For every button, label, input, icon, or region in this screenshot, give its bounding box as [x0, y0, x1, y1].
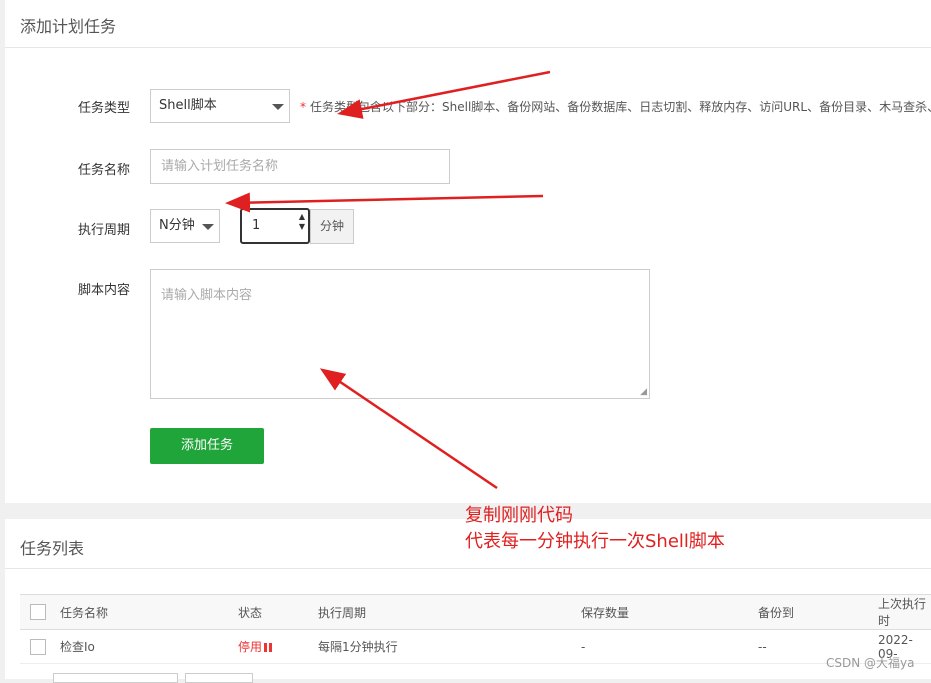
minute-unit: 分钟 — [310, 209, 354, 244]
add-task-panel: 添加计划任务 任务类型 Shell脚本 * 任务类型包含以下部分：Shell脚本、… — [5, 0, 931, 503]
select-all-checkbox[interactable] — [30, 604, 46, 620]
task-type-select[interactable]: Shell脚本 — [150, 89, 290, 123]
cycle-period-select[interactable]: N分钟 — [150, 209, 220, 243]
cycle-label: 执行周期 — [78, 223, 131, 238]
table-row[interactable]: 检查Io 停用 每隔1分钟执行 - -- 2022-09- — [20, 629, 931, 664]
cycle-period-value: N分钟 — [159, 218, 195, 233]
col-task-name[interactable]: 任务名称 — [60, 594, 238, 630]
divider — [5, 47, 931, 48]
batch-action-button[interactable] — [185, 673, 253, 683]
task-type-value: Shell脚本 — [159, 98, 217, 113]
csdn-watermark: CSDN @大福ya — [826, 656, 915, 670]
divider — [5, 568, 931, 569]
annotation-line-1: 复制刚刚代码 — [465, 505, 573, 526]
task-name-input[interactable]: 请输入计划任务名称 — [150, 149, 450, 184]
minute-value: 1 — [252, 218, 261, 233]
chevron-down-icon — [272, 104, 284, 110]
script-label: 脚本内容 — [78, 283, 131, 298]
row-cycle: 每隔1分钟执行 — [318, 629, 581, 664]
table-header-row: 任务名称 状态 执行周期 保存数量 备份到 上次执行时 — [20, 594, 931, 630]
hint-text: 任务类型包含以下部分：Shell脚本、备份网站、备份数据库、日志切割、释放内存、… — [310, 100, 931, 114]
resize-handle-icon[interactable]: ◢ — [640, 387, 647, 397]
status-badge[interactable]: 停用 — [238, 640, 262, 654]
row-status-cell[interactable]: 停用 — [238, 629, 318, 664]
pause-icon — [264, 643, 273, 652]
row-task-name: 检查Io — [60, 629, 238, 664]
task-table: 任务名称 状态 执行周期 保存数量 备份到 上次执行时 检查Io 停用 每隔1分… — [20, 594, 931, 664]
row-checkbox[interactable] — [30, 638, 46, 655]
annotation-line-2: 代表每一分钟执行一次Shell脚本 — [465, 531, 725, 552]
batch-action-select[interactable] — [53, 673, 178, 683]
col-keep-count: 保存数量 — [581, 594, 758, 630]
chevron-down-icon — [202, 224, 214, 230]
add-task-button[interactable]: 添加任务 — [150, 428, 264, 464]
script-textarea[interactable]: 请输入脚本内容 ◢ — [150, 269, 650, 399]
task-name-label: 任务名称 — [78, 163, 131, 178]
task-name-placeholder: 请输入计划任务名称 — [161, 159, 279, 174]
col-status: 状态 — [238, 594, 318, 630]
task-type-label: 任务类型 — [78, 101, 131, 116]
col-cycle: 执行周期 — [318, 594, 581, 630]
number-stepper-icon[interactable]: ▲ ▼ — [299, 212, 305, 232]
script-placeholder: 请输入脚本内容 — [161, 288, 253, 303]
row-select-cell — [20, 629, 60, 664]
minute-number-input[interactable]: 1 ▲ ▼ — [240, 208, 310, 244]
col-last-run: 上次执行时 — [878, 594, 931, 630]
required-star: * — [300, 100, 306, 114]
add-panel-title: 添加计划任务 — [20, 17, 117, 36]
list-panel-title: 任务列表 — [20, 539, 85, 558]
col-backup-to: 备份到 — [758, 594, 878, 630]
row-keep-count: - — [581, 629, 758, 664]
select-all-cell — [20, 594, 60, 630]
task-type-hint: * 任务类型包含以下部分：Shell脚本、备份网站、备份数据库、日志切割、释放内存… — [300, 98, 931, 115]
